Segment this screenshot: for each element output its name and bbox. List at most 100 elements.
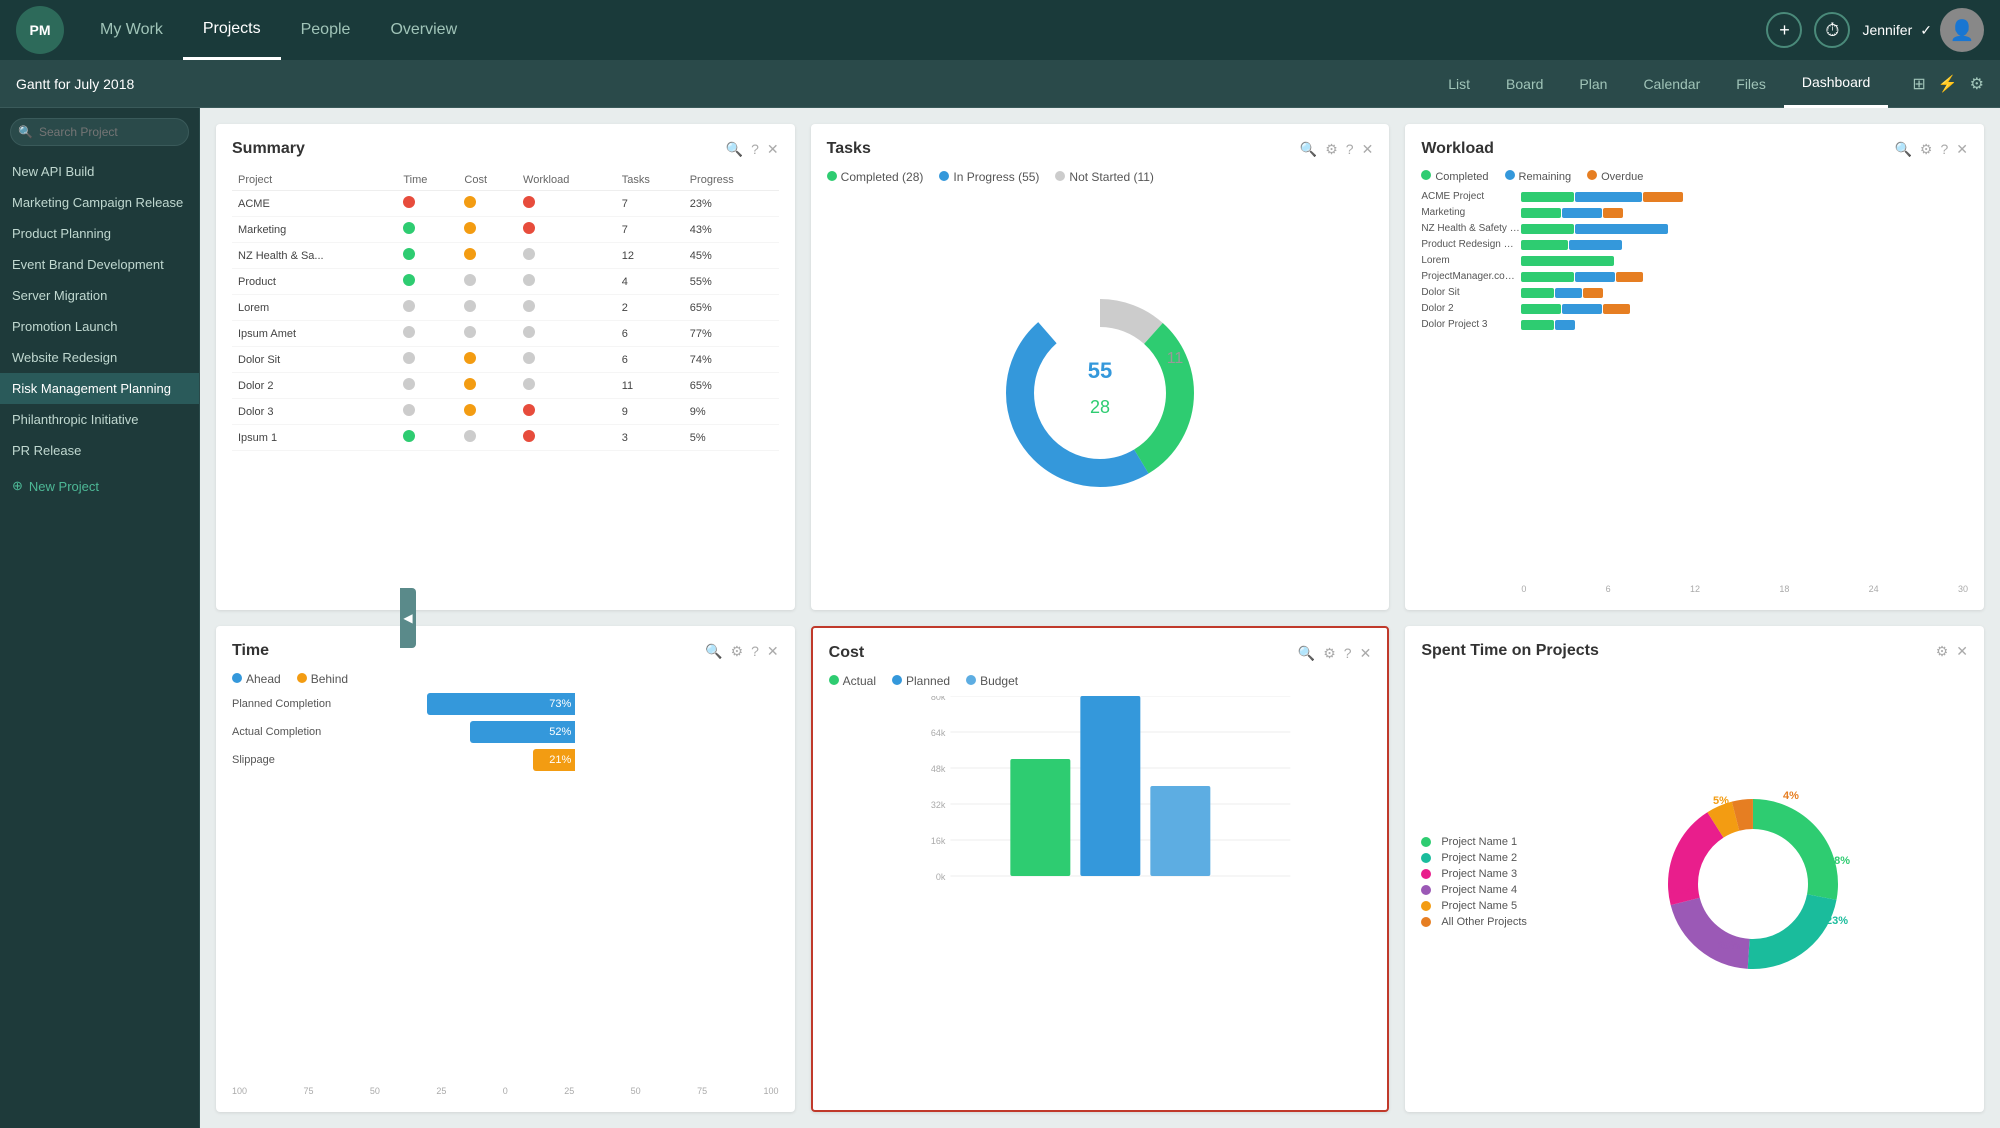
table-row: Dolor 3 9 9% [232,399,779,425]
summary-project-name: Product [232,269,397,295]
sidebar: 🔍 New API Build Marketing Campaign Relea… [0,108,200,1128]
tasks-close-icon[interactable]: ✕ [1362,141,1374,158]
grid-icon[interactable]: ⊞ [1912,74,1925,94]
cost-search-icon[interactable]: 🔍 [1298,645,1315,662]
spent-time-card-icons: ⚙ ✕ [1936,643,1968,660]
workload-row: ProjectManager.com ... [1421,271,1968,282]
sidebar-item-website-redesign[interactable]: Website Redesign [0,342,199,373]
sidebar-collapse-button[interactable]: ◀ [400,588,416,648]
legend-label-6: All Other Projects [1441,916,1527,928]
spent-time-close-icon[interactable]: ✕ [1956,643,1968,660]
tab-plan[interactable]: Plan [1561,60,1625,108]
nav-my-work[interactable]: My Work [80,0,183,60]
summary-progress: 77% [684,321,779,347]
workload-help-icon[interactable]: ? [1940,141,1948,158]
spent-time-gear-icon[interactable]: ⚙ [1936,643,1949,660]
summary-tasks: 11 [616,373,684,399]
sub-nav-tabs: List Board Plan Calendar Files Dashboard [1430,60,1888,108]
summary-time-dot [397,373,458,399]
summary-workload-dot [517,347,616,373]
nav-people[interactable]: People [281,0,371,60]
cost-gear-icon[interactable]: ⚙ [1323,645,1336,662]
settings-icon[interactable]: ⚙ [1970,74,1984,94]
cost-legend: Actual Planned Budget [829,674,1372,688]
tasks-help-icon[interactable]: ? [1346,141,1354,158]
workload-row: NZ Health & Safety De... [1421,223,1968,234]
summary-project-name: ACME [232,191,397,217]
sub-nav: Gantt for July 2018 List Board Plan Cale… [0,60,2000,108]
summary-tasks: 12 [616,243,684,269]
nav-overview[interactable]: Overview [370,0,477,60]
summary-cost-dot [458,399,517,425]
sidebar-item-philanthropic[interactable]: Philanthropic Initiative [0,404,199,435]
tasks-notstarted-legend: Not Started (11) [1055,170,1153,184]
sidebar-item-product-planning[interactable]: Product Planning [0,218,199,249]
summary-search-icon[interactable]: 🔍 [726,141,743,158]
tab-files[interactable]: Files [1718,60,1784,108]
summary-progress: 9% [684,399,779,425]
cost-bar-chart: 80k 64k 48k 32k 16k 0k [829,696,1372,916]
clock-button[interactable]: ⏱ [1814,12,1850,48]
new-project-label: New Project [29,479,99,494]
new-project-button[interactable]: ⊕ New Project [0,470,199,502]
workload-row: Lorem [1421,255,1968,266]
legend-item-6: All Other Projects [1421,916,1527,928]
summary-workload-dot [517,373,616,399]
summary-close-icon[interactable]: ✕ [767,141,779,158]
tasks-donut-chart: 55 28 11 [990,283,1210,503]
tab-calendar[interactable]: Calendar [1625,60,1718,108]
svg-text:4%: 4% [1783,790,1799,802]
workload-gear-icon[interactable]: ⚙ [1920,141,1933,158]
summary-project-name: Marketing [232,217,397,243]
workload-row: Marketing [1421,207,1968,218]
summary-tasks: 6 [616,347,684,373]
sidebar-item-server-migration[interactable]: Server Migration [0,280,199,311]
summary-card-icons: 🔍 ? ✕ [726,141,779,158]
sidebar-item-marketing-campaign[interactable]: Marketing Campaign Release [0,187,199,218]
search-input[interactable] [10,118,189,146]
sidebar-item-risk-management[interactable]: Risk Management Planning [0,373,199,404]
legend-item-1: Project Name 1 [1421,836,1527,848]
nav-projects[interactable]: Projects [183,0,281,60]
sidebar-item-pr-release[interactable]: PR Release [0,435,199,466]
user-badge[interactable]: Jennifer ✓ 👤 [1862,8,1984,52]
app-logo[interactable]: PM [16,6,64,54]
workload-search-icon[interactable]: 🔍 [1894,141,1911,158]
workload-remaining-bar [1562,304,1602,314]
tab-board[interactable]: Board [1488,60,1561,108]
sidebar-item-promotion-launch[interactable]: Promotion Launch [0,311,199,342]
col-workload: Workload [517,170,616,191]
workload-remaining-bar [1555,288,1582,298]
workload-card-icons: 🔍 ⚙ ? ✕ [1894,141,1968,158]
sidebar-item-event-brand[interactable]: Event Brand Development [0,249,199,280]
add-button[interactable]: + [1766,12,1802,48]
table-row: Product 4 55% [232,269,779,295]
svg-text:20%: 20% [1671,885,1693,897]
cost-help-icon[interactable]: ? [1344,645,1352,662]
time-pct-slippage: 21% [549,754,571,766]
workload-label: ACME Project [1421,191,1521,202]
time-search-icon[interactable]: 🔍 [705,643,722,660]
svg-text:11: 11 [1167,350,1184,367]
tab-list[interactable]: List [1430,60,1488,108]
workload-close-icon[interactable]: ✕ [1956,141,1968,158]
filter-icon[interactable]: ⚡ [1938,74,1958,94]
workload-row: Dolor Sit [1421,287,1968,298]
summary-cost-dot [458,321,517,347]
sidebar-item-new-api[interactable]: New API Build [0,156,199,187]
main-area: 🔍 New API Build Marketing Campaign Relea… [0,108,2000,1128]
tasks-gear-icon[interactable]: ⚙ [1325,141,1338,158]
workload-remaining-bar [1575,272,1615,282]
dashboard-content: Summary 🔍 ? ✕ Project Time Cost Workload [200,108,2000,1128]
summary-table: Project Time Cost Workload Tasks Progres… [232,170,779,451]
time-gear-icon[interactable]: ⚙ [731,643,744,660]
workload-label: Product Redesign We... [1421,239,1521,250]
tab-dashboard[interactable]: Dashboard [1784,60,1889,108]
tasks-search-icon[interactable]: 🔍 [1300,141,1317,158]
legend-label-1: Project Name 1 [1441,836,1517,848]
time-close-icon[interactable]: ✕ [767,643,779,660]
cost-close-icon[interactable]: ✕ [1360,645,1372,662]
summary-help-icon[interactable]: ? [751,141,759,158]
summary-time-dot [397,243,458,269]
time-help-icon[interactable]: ? [751,643,759,660]
